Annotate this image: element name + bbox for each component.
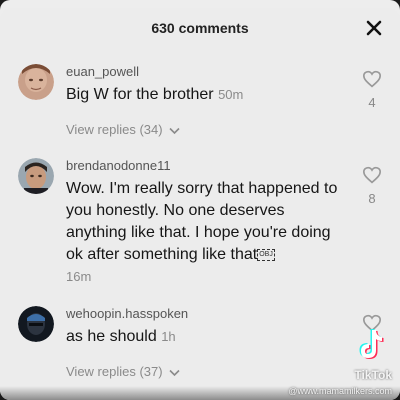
close-button[interactable] bbox=[364, 18, 384, 38]
avatar-image bbox=[18, 306, 54, 342]
view-replies-label: View replies (37) bbox=[66, 364, 163, 379]
comment-text: Big W for the brother 50m bbox=[66, 84, 346, 106]
close-icon bbox=[366, 20, 382, 36]
comment-body: Big W for the brother bbox=[66, 86, 214, 103]
avatar-image bbox=[18, 158, 54, 194]
comments-count-title: 630 comments bbox=[151, 20, 249, 36]
like-button[interactable]: 8 bbox=[361, 166, 383, 206]
watermark-handle-text: @www.mamamilkers.com bbox=[288, 386, 392, 396]
avatar[interactable] bbox=[18, 306, 54, 342]
heart-icon bbox=[362, 166, 382, 184]
like-count: 8 bbox=[368, 191, 376, 206]
chevron-down-icon bbox=[169, 369, 180, 376]
like-button[interactable]: 4 bbox=[361, 70, 383, 110]
view-replies-button[interactable]: View replies (37) bbox=[66, 364, 180, 379]
watermark-brand: TikTok bbox=[354, 368, 392, 382]
comment-time: 1h bbox=[161, 329, 176, 344]
chevron-down-icon bbox=[169, 127, 180, 134]
comment-text: Wow. I'm really sorry that happened to y… bbox=[66, 178, 346, 288]
comment-username[interactable]: brendanodonne11 bbox=[66, 158, 171, 173]
object-replacement-glyph: OBJ bbox=[257, 248, 275, 261]
avatar[interactable] bbox=[18, 64, 54, 100]
heart-icon bbox=[362, 70, 382, 88]
comments-sheet: 630 comments euan_powell Big W for the b… bbox=[0, 0, 400, 400]
comment-username[interactable]: euan_powell bbox=[66, 64, 139, 79]
comment-time: 50m bbox=[218, 87, 244, 102]
like-count: 4 bbox=[368, 95, 376, 110]
view-replies-button[interactable]: View replies (34) bbox=[66, 122, 180, 137]
comments-header: 630 comments bbox=[0, 12, 400, 48]
watermark-handle: @www.mamamilkers.com bbox=[288, 386, 392, 396]
comment-time: 16m bbox=[66, 269, 92, 284]
avatar[interactable] bbox=[18, 158, 54, 194]
comment-text: as he should 1h bbox=[66, 326, 346, 348]
comment-body: Wow. I'm really sorry that happened to y… bbox=[66, 180, 338, 263]
view-replies-label: View replies (34) bbox=[66, 122, 163, 137]
comment-username[interactable]: wehoopin.hasspoken bbox=[66, 306, 188, 321]
avatar-image bbox=[18, 64, 54, 100]
comment-body: as he should bbox=[66, 328, 157, 345]
